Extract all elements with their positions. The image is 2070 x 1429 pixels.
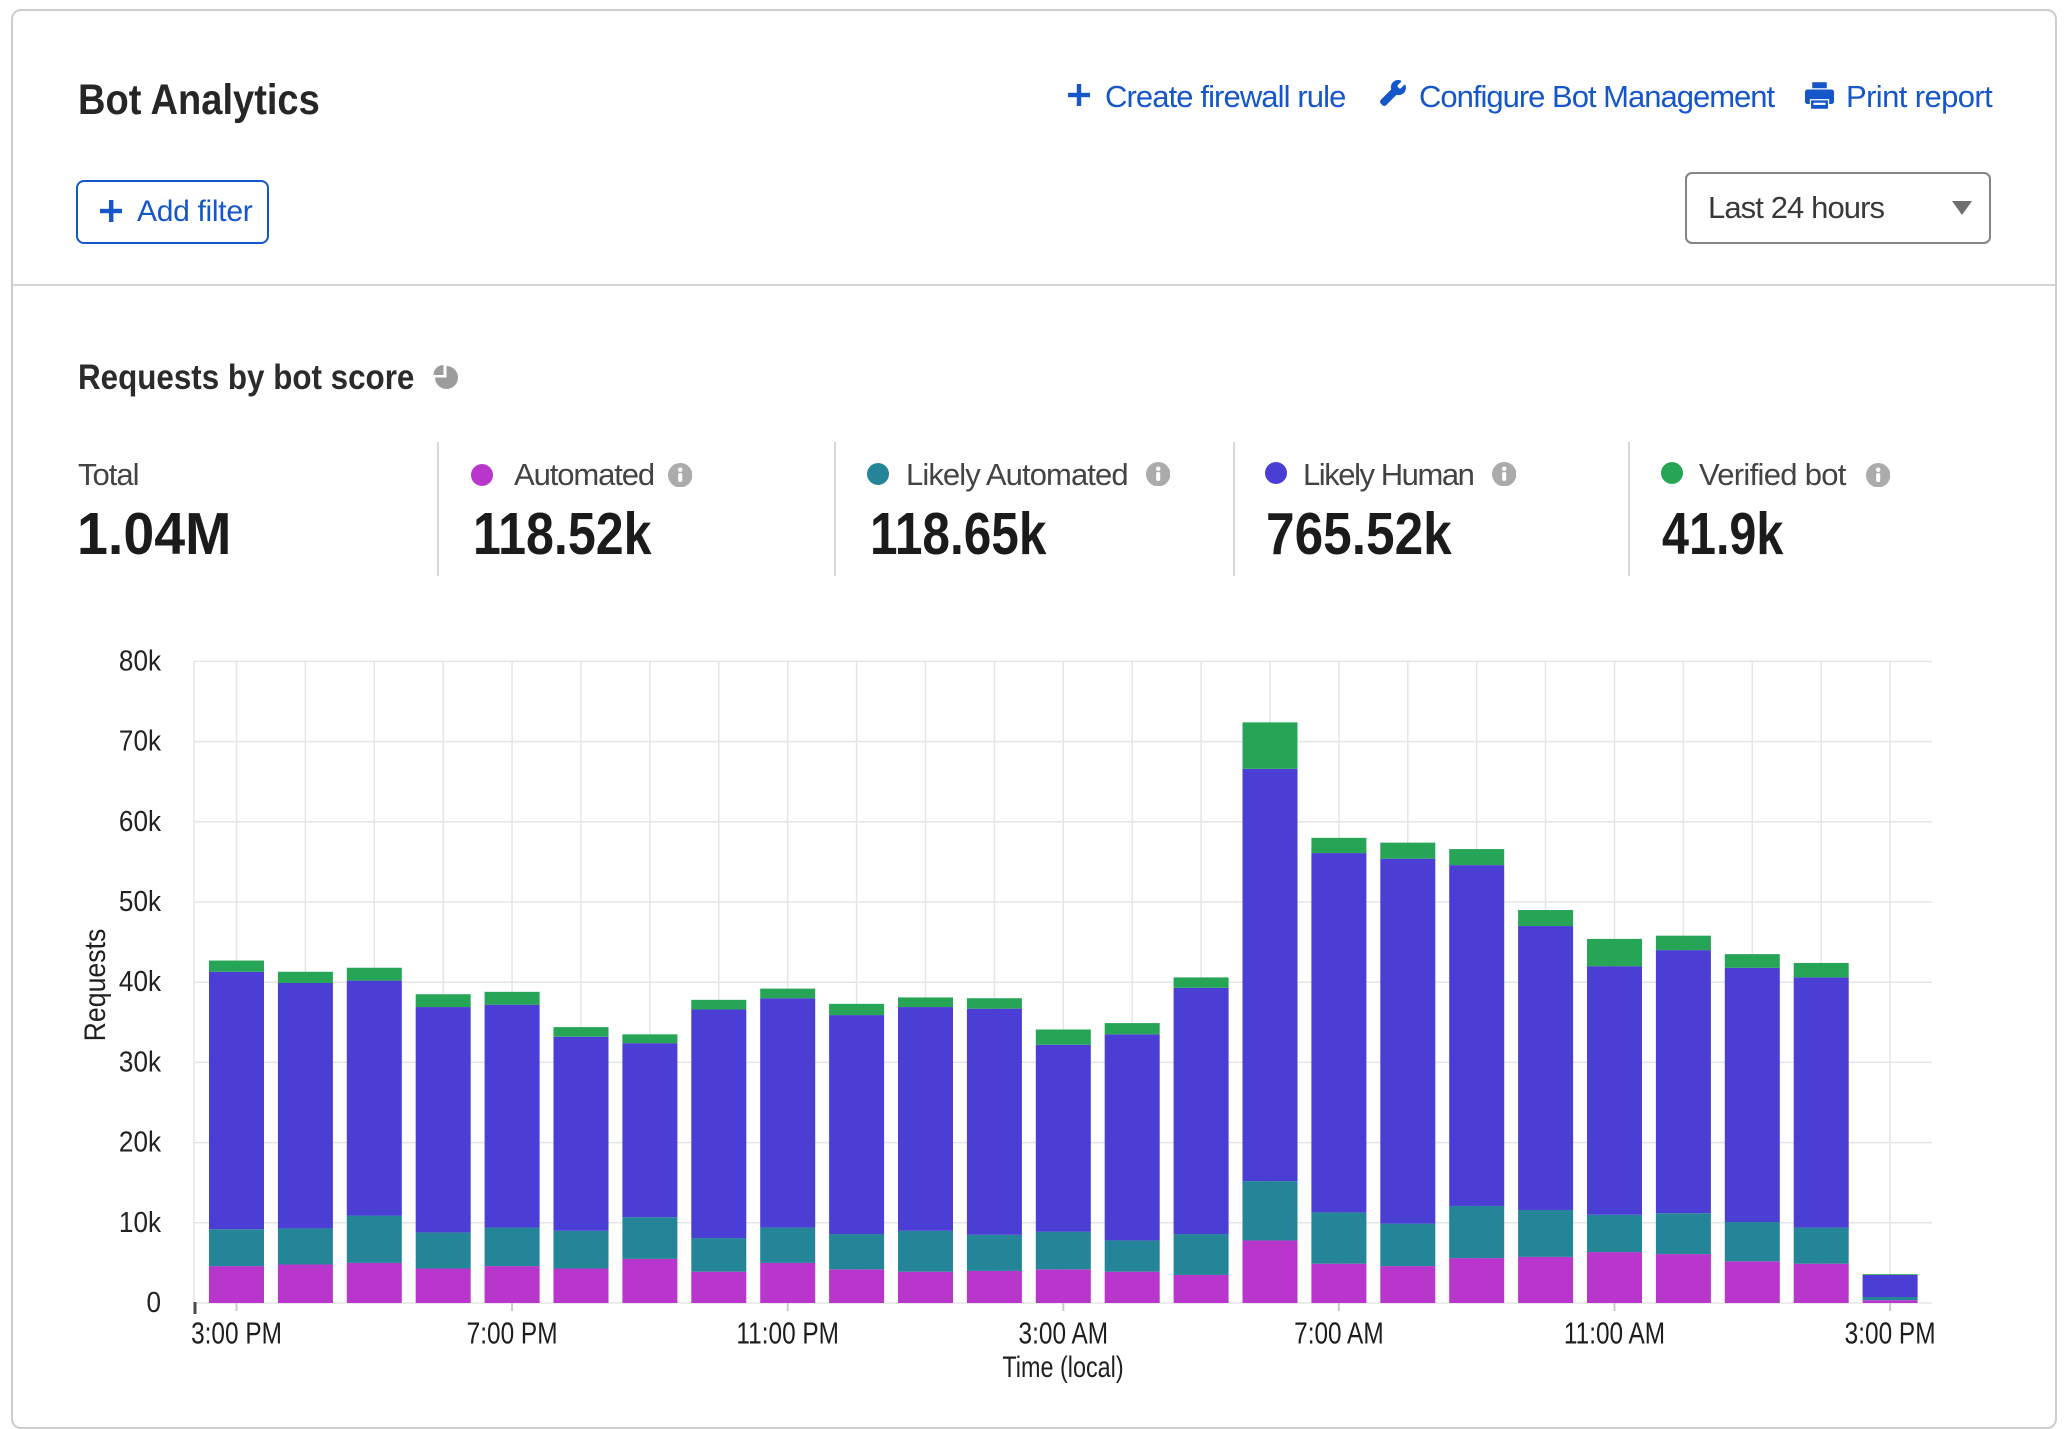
svg-text:3:00 PM: 3:00 PM xyxy=(1845,1316,1936,1350)
svg-text:0: 0 xyxy=(146,1286,161,1319)
svg-text:70k: 70k xyxy=(119,724,161,757)
svg-text:11:00 AM: 11:00 AM xyxy=(1564,1316,1665,1350)
svg-text:7:00 AM: 7:00 AM xyxy=(1294,1316,1384,1350)
svg-text:50k: 50k xyxy=(119,885,161,918)
svg-text:11:00 PM: 11:00 PM xyxy=(736,1316,839,1350)
svg-text:30k: 30k xyxy=(119,1045,161,1078)
svg-text:80k: 80k xyxy=(119,644,161,677)
svg-text:40k: 40k xyxy=(119,965,161,998)
svg-text:3:00 AM: 3:00 AM xyxy=(1019,1316,1109,1350)
svg-text:20k: 20k xyxy=(119,1125,161,1158)
svg-text:Requests: Requests xyxy=(79,929,113,1042)
svg-text:7:00 PM: 7:00 PM xyxy=(467,1316,558,1350)
svg-text:Time (local): Time (local) xyxy=(1002,1350,1123,1383)
svg-text:10k: 10k xyxy=(119,1206,161,1239)
svg-text:3:00 PM: 3:00 PM xyxy=(191,1316,282,1350)
svg-text:60k: 60k xyxy=(119,805,161,838)
